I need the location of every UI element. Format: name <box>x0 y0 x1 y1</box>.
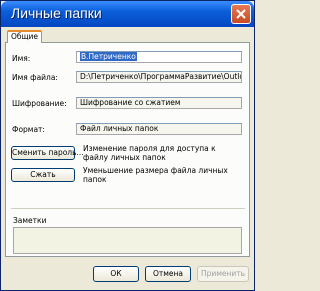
close-icon <box>236 9 246 19</box>
change-password-description: Изменение пароля для доступа к файлу лич… <box>83 144 216 162</box>
format-label: Формат: <box>12 125 45 134</box>
filename-label: Имя файла: <box>12 73 58 82</box>
ok-button[interactable]: ОК <box>93 266 139 282</box>
tab-general[interactable]: Общие <box>7 30 42 43</box>
dialog-window: Личные папки Общие Имя: В.Петриченко Имя… <box>0 0 255 291</box>
window-title: Личные папки <box>11 5 102 21</box>
cancel-button[interactable]: Отмена <box>145 266 191 282</box>
name-label: Имя: <box>12 54 31 63</box>
name-value: В.Петриченко <box>80 52 137 61</box>
encryption-label: Шифрование: <box>12 99 67 108</box>
encryption-field: Шифрование со сжатием <box>76 97 242 109</box>
name-field[interactable]: В.Петриченко <box>76 51 242 63</box>
notes-textarea[interactable] <box>13 227 242 254</box>
filename-field[interactable]: D:\Петриченко\ПрограммаРазвитие\Outlook\ <box>76 71 242 83</box>
title-bar[interactable]: Личные папки <box>1 1 254 27</box>
close-button[interactable] <box>231 4 251 24</box>
format-field: Файл личных папок <box>76 123 242 135</box>
compact-description: Уменьшение размера файла личных папок <box>83 166 228 184</box>
apply-button[interactable]: Применить <box>197 266 249 282</box>
compact-button[interactable]: Сжать <box>11 168 75 182</box>
change-password-button[interactable]: Сменить пароль... <box>11 146 84 160</box>
notes-label: Заметки <box>13 216 47 225</box>
